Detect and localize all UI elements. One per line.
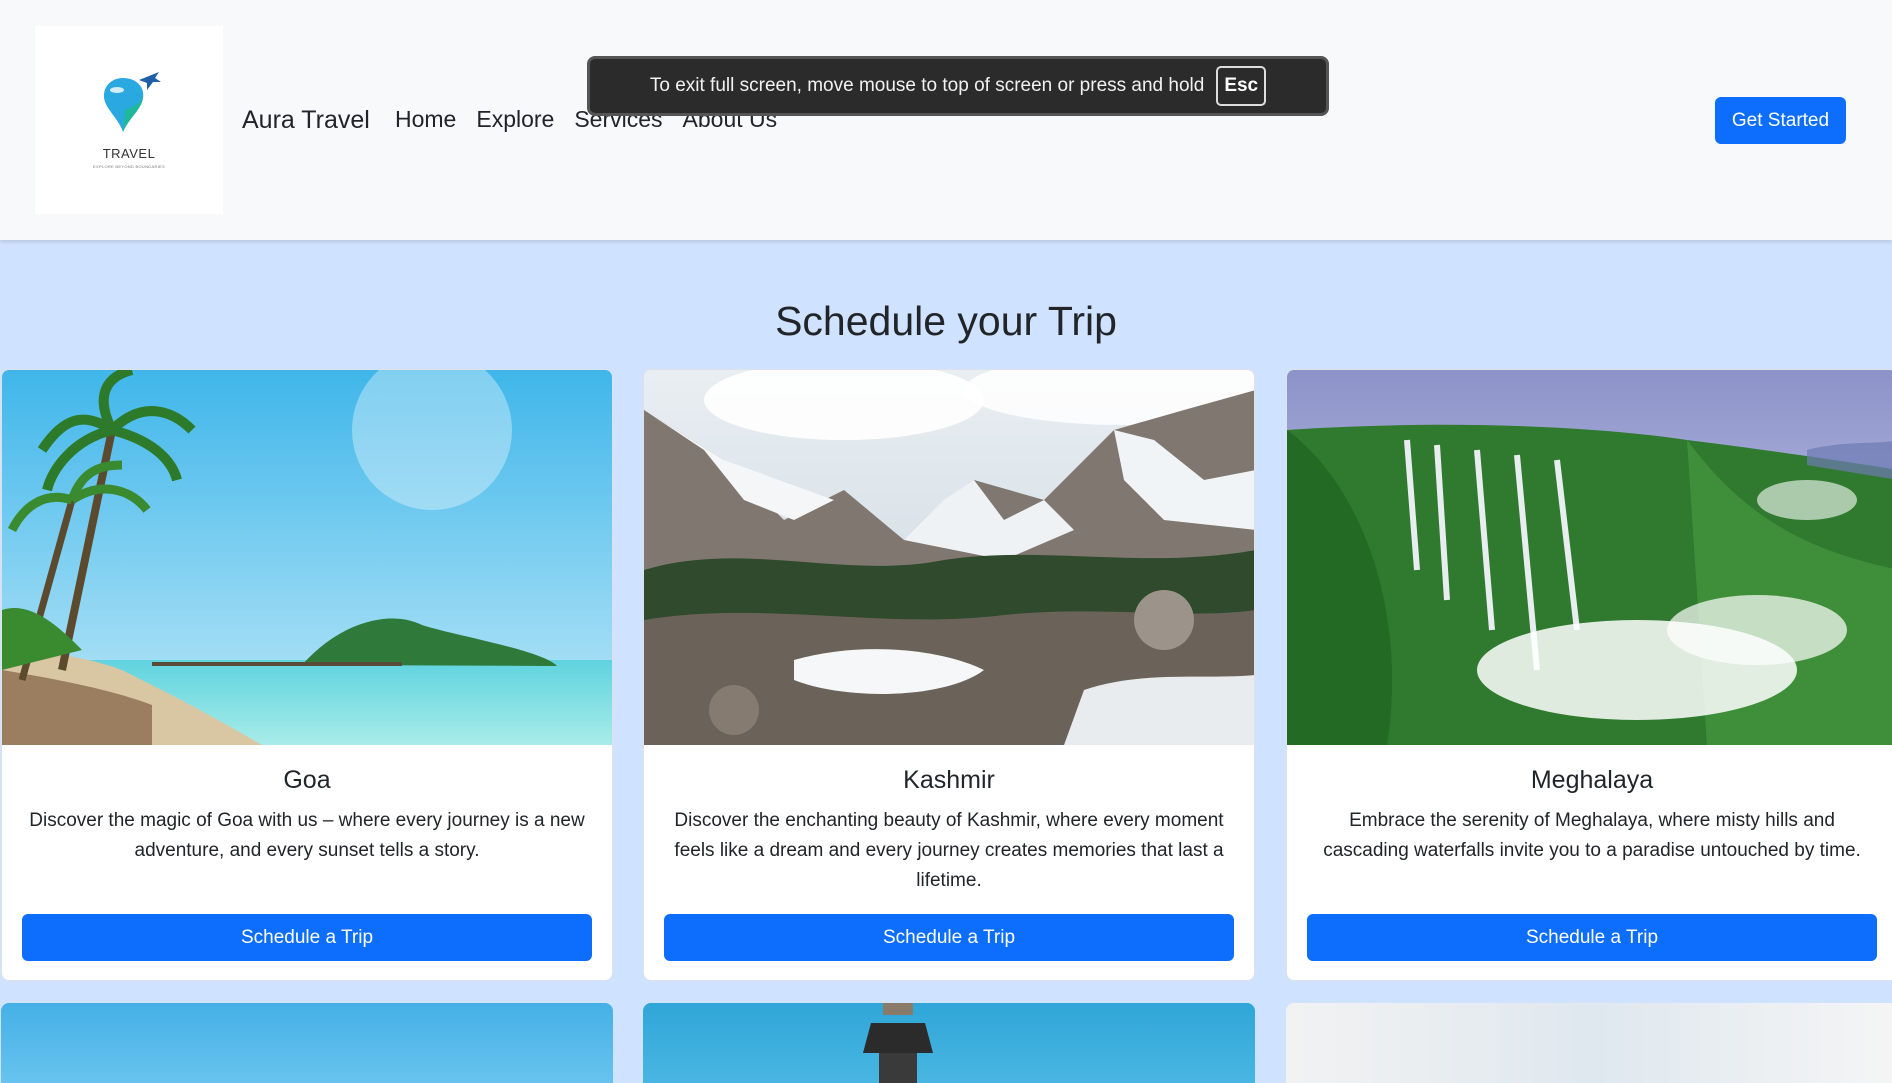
fullscreen-exit-message: To exit full screen, move mouse to top o… <box>649 75 1205 96</box>
logo-text: TRAVEL <box>102 146 156 161</box>
schedule-trip-button-meghalaya[interactable]: Schedule a Trip <box>1307 914 1877 961</box>
section-title: Schedule your Trip <box>775 298 1117 344</box>
card-title: Kashmir <box>903 766 995 794</box>
destination-card-meghalaya: Meghalaya Embrace the serenity of Meghal… <box>1286 369 1892 981</box>
destination-card-row2-2 <box>643 1003 1255 1083</box>
logo[interactable]: TRAVEL EXPLORE BEYOND BOUNDARIES <box>35 26 223 214</box>
nav-link-home[interactable]: Home <box>395 106 456 133</box>
destination-card-row2-1 <box>1 1003 613 1083</box>
lighthouse-image <box>863 1003 933 1083</box>
esc-key-badge: Esc <box>1216 66 1267 106</box>
fullscreen-exit-toast: To exit full screen, move mouse to top o… <box>587 56 1329 116</box>
card-title: Meghalaya <box>1530 766 1654 794</box>
card-title: Goa <box>283 766 331 794</box>
card-description: Discover the magic of Goa with us – wher… <box>29 810 585 861</box>
schedule-trip-button-kashmir[interactable]: Schedule a Trip <box>664 914 1234 961</box>
meghalaya-waterfall-image <box>1287 370 1892 745</box>
brand-name[interactable]: Aura Travel <box>242 106 370 135</box>
destination-card-kashmir: Kashmir Discover the enchanting beauty o… <box>643 369 1255 981</box>
schedule-trip-button-goa[interactable]: Schedule a Trip <box>22 914 592 961</box>
travel-logo-icon <box>103 72 161 132</box>
nav-link-explore[interactable]: Explore <box>476 106 554 133</box>
logo-tagline: EXPLORE BEYOND BOUNDARIES <box>93 164 165 169</box>
destination-card-row2-3 <box>1286 1003 1892 1083</box>
kashmir-mountains-image <box>644 370 1254 745</box>
card-description: Embrace the serenity of Meghalaya, where… <box>1323 810 1861 861</box>
goa-beach-image <box>2 370 612 745</box>
card-description: Discover the enchanting beauty of Kashmi… <box>674 810 1224 891</box>
get-started-button[interactable]: Get Started <box>1715 97 1846 144</box>
navbar: TRAVEL EXPLORE BEYOND BOUNDARIES Aura Tr… <box>0 0 1892 240</box>
destination-card-goa: Goa Discover the magic of Goa with us – … <box>1 369 613 981</box>
